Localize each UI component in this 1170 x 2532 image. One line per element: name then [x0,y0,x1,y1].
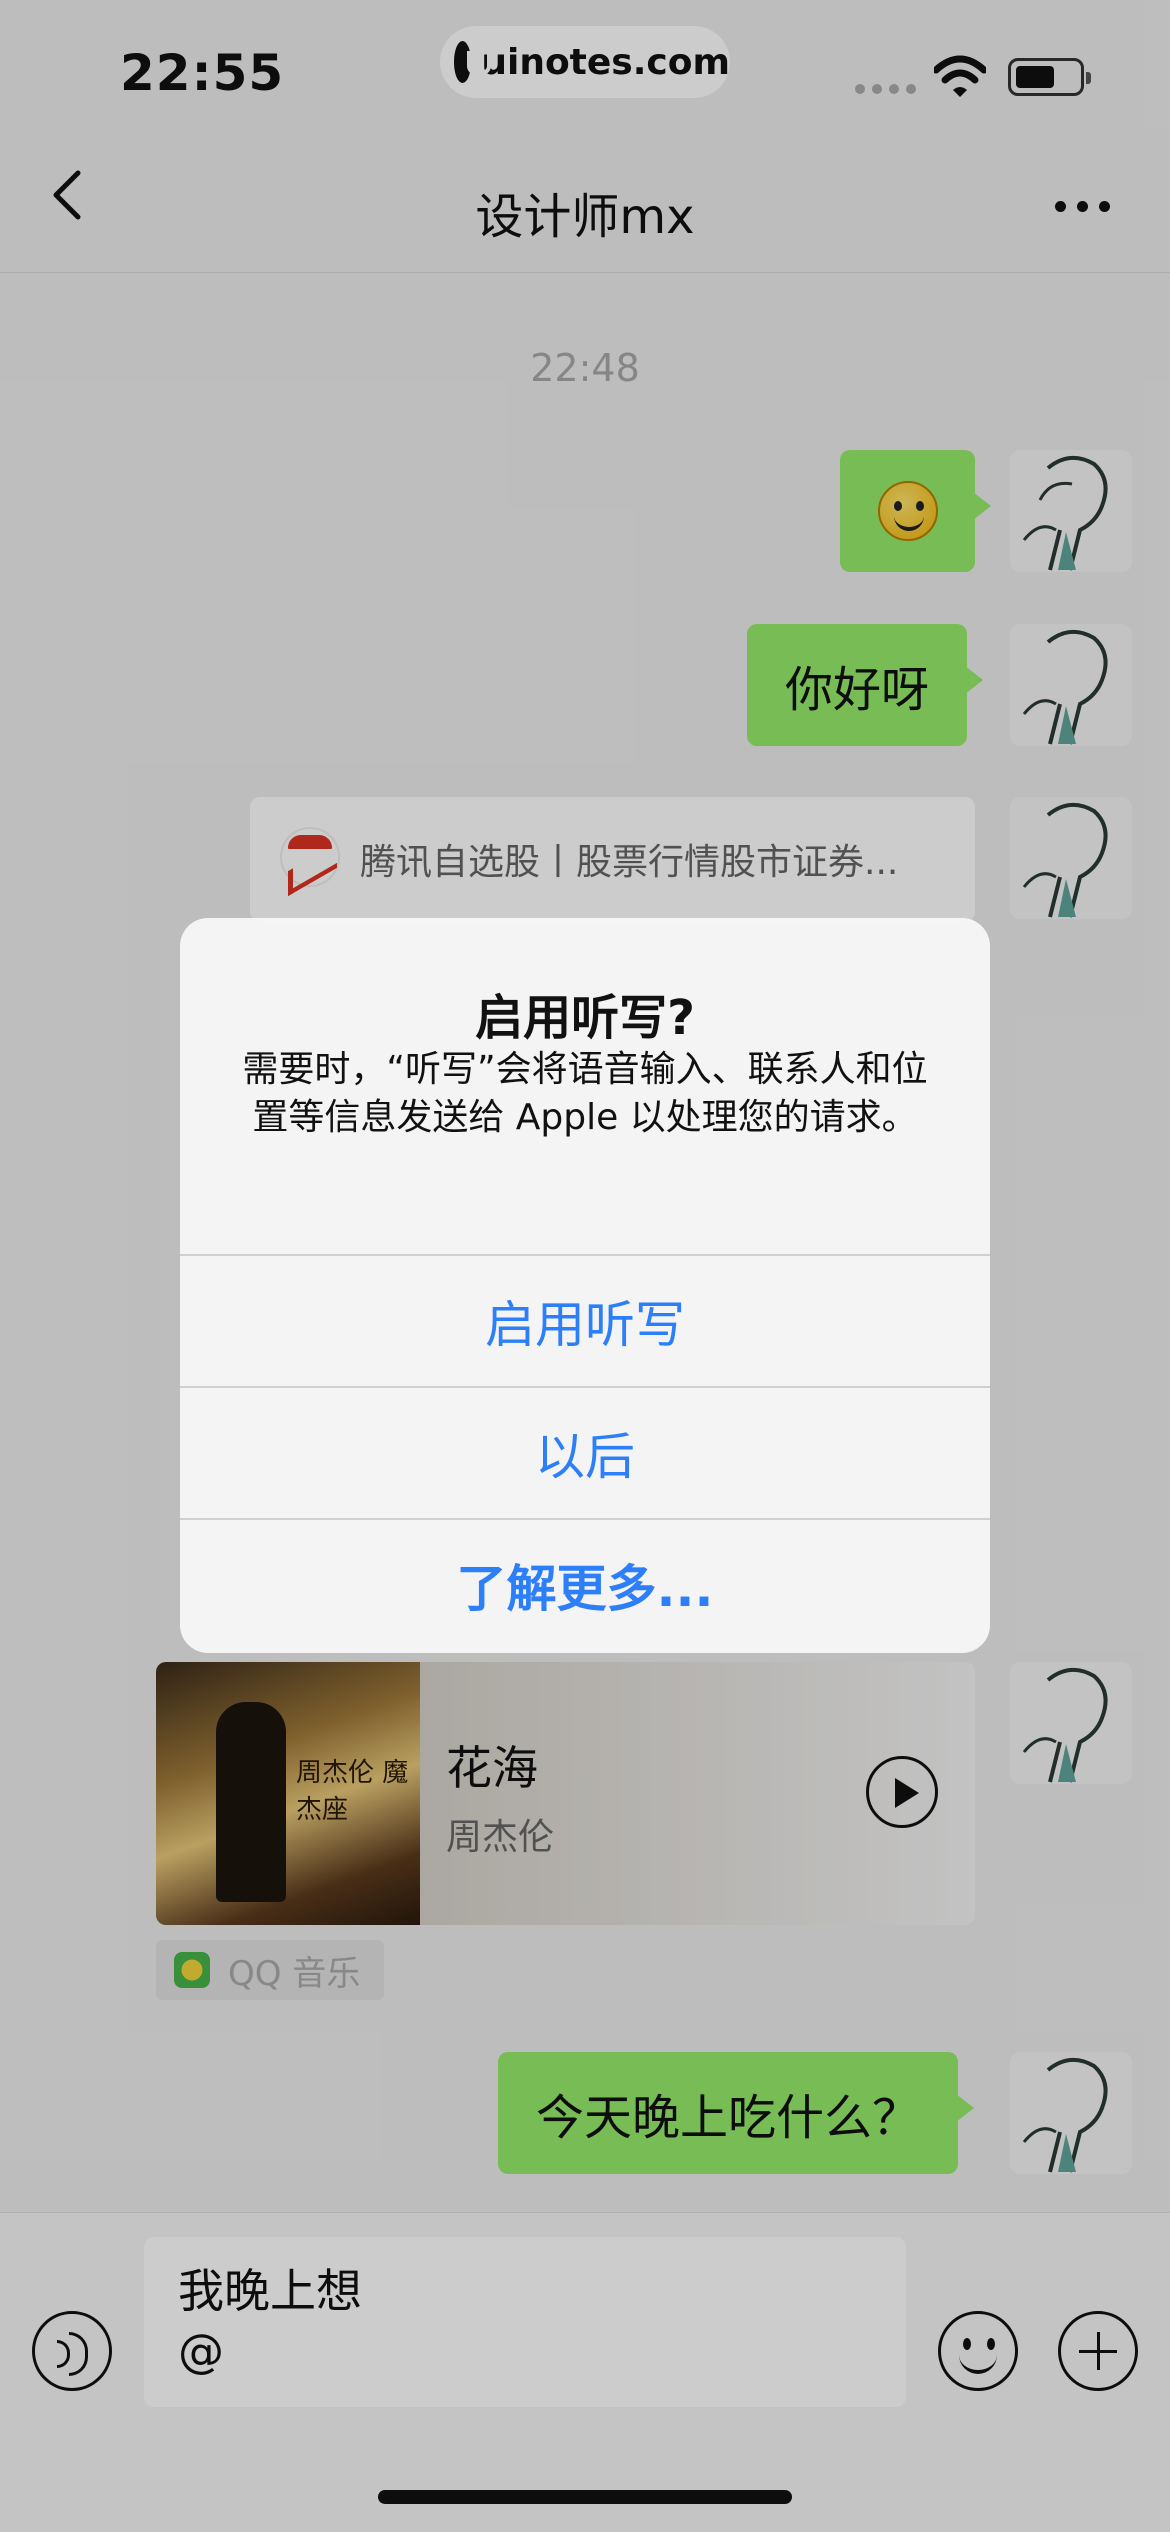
alert-title: 启用听写? [475,990,695,1046]
enable-dictation-button[interactable]: 启用听写 [180,1254,990,1386]
dictation-alert: 启用听写? 需要时，“听写”会将语音输入、联系人和位置等信息发送给 Apple … [180,918,990,1653]
later-button[interactable]: 以后 [180,1386,990,1518]
learn-more-button[interactable]: 了解更多... [180,1518,990,1650]
alert-message: 需要时，“听写”会将语音输入、联系人和位置等信息发送给 Apple 以处理您的请… [242,1049,928,1138]
